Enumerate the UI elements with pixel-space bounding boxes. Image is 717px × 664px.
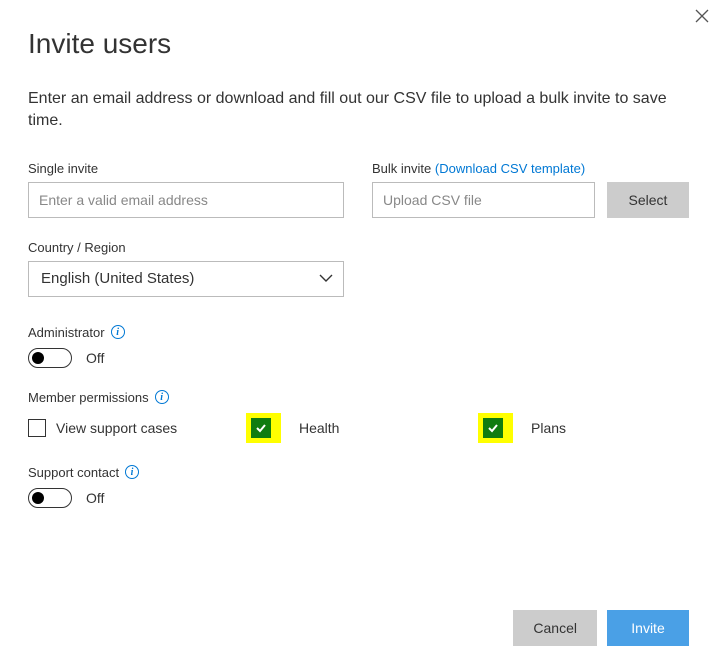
health-checkbox[interactable]	[251, 418, 271, 438]
bulk-invite-file-input[interactable]	[372, 182, 595, 218]
view-support-cases-checkbox[interactable]	[28, 419, 46, 437]
single-invite-label: Single invite	[28, 161, 344, 176]
bulk-invite-section: Bulk invite (Download CSV template) Sele…	[372, 161, 689, 218]
permission-view-support-cases: View support cases	[28, 419, 246, 437]
support-contact-toggle[interactable]	[28, 488, 72, 508]
invite-users-dialog: Invite users Enter an email address or d…	[0, 0, 717, 664]
single-invite-email-input[interactable]	[28, 182, 344, 218]
dialog-description: Enter an email address or download and f…	[28, 88, 689, 133]
permission-plans: Plans	[478, 413, 566, 443]
invite-inputs-row: Single invite Bulk invite (Download CSV …	[28, 161, 689, 218]
select-file-button[interactable]: Select	[607, 182, 689, 218]
country-region-section: Country / Region English (United States)	[28, 240, 689, 297]
permission-label: View support cases	[56, 420, 177, 436]
invite-button[interactable]: Invite	[607, 610, 689, 646]
dialog-footer: Cancel Invite	[513, 610, 689, 646]
single-invite-section: Single invite	[28, 161, 344, 218]
bulk-invite-label-row: Bulk invite (Download CSV template)	[372, 161, 689, 176]
highlight-marker	[246, 413, 281, 443]
administrator-section: Administrator i Off	[28, 325, 689, 368]
info-icon[interactable]: i	[155, 390, 169, 404]
permission-health: Health	[246, 413, 478, 443]
bulk-invite-label: Bulk invite	[372, 161, 431, 176]
member-permissions-section: Member permissions i View support cases …	[28, 390, 689, 443]
checkmark-icon	[254, 421, 268, 435]
country-region-selected-value: English (United States)	[41, 270, 194, 287]
info-icon[interactable]: i	[111, 325, 125, 339]
administrator-label: Administrator	[28, 325, 105, 340]
close-icon	[695, 9, 709, 23]
toggle-knob	[32, 352, 44, 364]
toggle-knob	[32, 492, 44, 504]
close-button[interactable]	[691, 4, 713, 30]
administrator-toggle[interactable]	[28, 348, 72, 368]
highlight-marker	[478, 413, 513, 443]
info-icon[interactable]: i	[125, 465, 139, 479]
country-region-select[interactable]: English (United States)	[28, 261, 344, 297]
cancel-button[interactable]: Cancel	[513, 610, 597, 646]
permission-label: Health	[299, 420, 339, 436]
support-contact-toggle-state: Off	[86, 490, 104, 506]
country-region-label: Country / Region	[28, 240, 689, 255]
support-contact-section: Support contact i Off	[28, 465, 689, 508]
plans-checkbox[interactable]	[483, 418, 503, 438]
support-contact-label: Support contact	[28, 465, 119, 480]
administrator-toggle-state: Off	[86, 350, 104, 366]
member-permissions-label: Member permissions	[28, 390, 149, 405]
dialog-title: Invite users	[28, 28, 689, 60]
checkmark-icon	[486, 421, 500, 435]
permission-label: Plans	[531, 420, 566, 436]
download-csv-template-link[interactable]: (Download CSV template)	[435, 161, 585, 176]
